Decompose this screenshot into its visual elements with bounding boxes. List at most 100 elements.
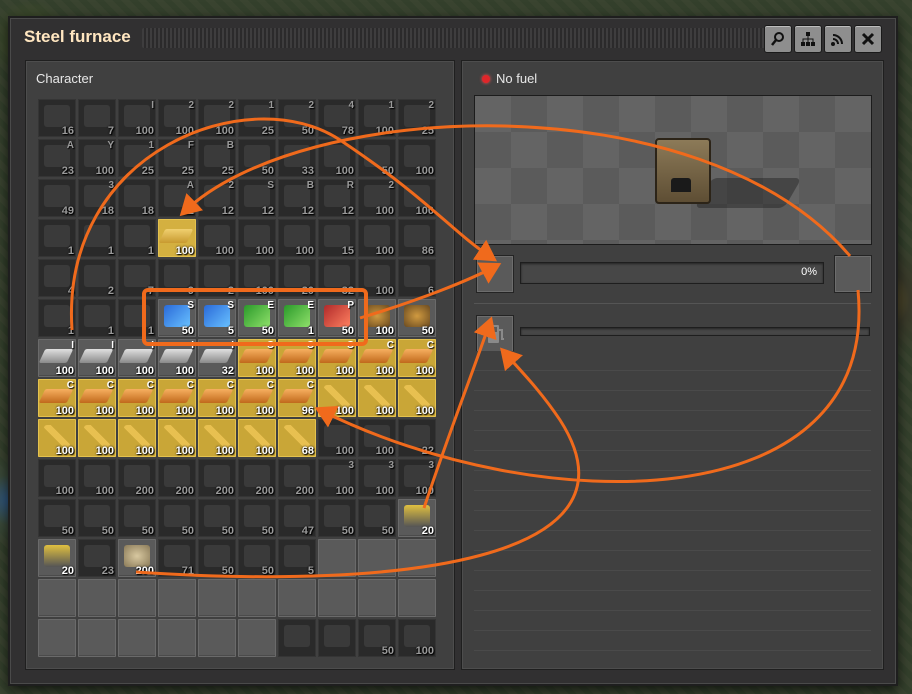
inventory-slot[interactable]: 50	[38, 499, 76, 537]
inventory-slot[interactable]: 71	[158, 539, 196, 577]
inventory-slot[interactable]: 32	[318, 259, 356, 297]
inventory-slot[interactable]: 200	[238, 459, 276, 497]
inventory-slot[interactable]: 1	[38, 299, 76, 337]
inventory-slot[interactable]: 1	[78, 219, 116, 257]
inventory-slot[interactable]: 3 100	[398, 459, 436, 497]
inventory-slot[interactable]: 100	[318, 419, 356, 457]
inventory-slot[interactable]: 2 100	[358, 179, 396, 217]
inventory-slot[interactable]: 100	[78, 459, 116, 497]
inventory-slot[interactable]: 100	[398, 179, 436, 217]
inventory-slot[interactable]: 2 100	[198, 99, 236, 137]
inventory-slot[interactable]: 100	[318, 379, 356, 417]
inventory-slot[interactable]: 2	[198, 259, 236, 297]
inventory-slot[interactable]	[358, 579, 396, 617]
inventory-slot[interactable]: 86	[398, 219, 436, 257]
inventory-slot[interactable]: C 100	[38, 379, 76, 417]
inventory-slot[interactable]: I 100	[78, 339, 116, 377]
inventory-slot[interactable]: 1	[118, 299, 156, 337]
inventory-slot[interactable]: 100	[158, 419, 196, 457]
inventory-slot[interactable]: 3 100	[358, 459, 396, 497]
inventory-slot[interactable]: R 12	[318, 179, 356, 217]
inventory-slot[interactable]: 100	[358, 379, 396, 417]
inventory-slot[interactable]	[398, 579, 436, 617]
inventory-slot[interactable]: 20	[398, 499, 436, 537]
inventory-slot[interactable]: 50	[198, 539, 236, 577]
inventory-slot[interactable]: 100	[118, 419, 156, 457]
inventory-slot[interactable]	[318, 539, 356, 577]
inventory-slot[interactable]: 1 25	[238, 99, 276, 137]
inventory-slot[interactable]: 2 100	[158, 99, 196, 137]
inventory-slot[interactable]: 33	[278, 139, 316, 177]
inventory-slot[interactable]: 100	[78, 419, 116, 457]
inventory-slot[interactable]: 50	[358, 499, 396, 537]
inventory-slot[interactable]: C 100	[398, 339, 436, 377]
drag-handle[interactable]	[142, 28, 768, 48]
inventory-slot[interactable]: 100	[198, 419, 236, 457]
inventory-slot[interactable]	[278, 619, 316, 657]
inventory-slot[interactable]: B 12	[278, 179, 316, 217]
inventory-slot[interactable]: 50	[238, 499, 276, 537]
inventory-slot[interactable]	[78, 619, 116, 657]
inventory-slot[interactable]: 2 25	[398, 99, 436, 137]
inventory-slot[interactable]: 6	[398, 259, 436, 297]
inventory-slot[interactable]: B 25	[198, 139, 236, 177]
inventory-slot[interactable]: A 12	[158, 179, 196, 217]
inventory-slot[interactable]: 50	[238, 139, 276, 177]
inventory-slot[interactable]: 100	[358, 219, 396, 257]
inventory-slot[interactable]: 7	[78, 99, 116, 137]
inventory-slot[interactable]: 1 25	[118, 139, 156, 177]
inventory-slot[interactable]	[318, 579, 356, 617]
inventory-slot[interactable]	[198, 579, 236, 617]
inventory-slot[interactable]: 100	[278, 219, 316, 257]
inventory-slot[interactable]: S 50	[158, 299, 196, 337]
inventory-slot[interactable]: S5	[198, 299, 236, 337]
inventory-slot[interactable]: C 100	[158, 379, 196, 417]
inventory-slot[interactable]	[158, 579, 196, 617]
inventory-slot[interactable]: 50	[358, 619, 396, 657]
inventory-slot[interactable]: 100	[398, 139, 436, 177]
inventory-slot[interactable]: C 100	[278, 339, 316, 377]
inventory-slot[interactable]: 3 18	[78, 179, 116, 217]
inventory-slot[interactable]: I 100	[158, 339, 196, 377]
inventory-slot[interactable]: 100	[358, 299, 396, 337]
inventory-slot[interactable]: 50	[118, 499, 156, 537]
inventory-slot[interactable]: 1 100	[358, 99, 396, 137]
inventory-slot[interactable]: C 100	[358, 339, 396, 377]
title-bar[interactable]: Steel furnace	[10, 18, 896, 58]
inventory-slot[interactable]: Y 100	[78, 139, 116, 177]
inventory-slot[interactable]: 1	[118, 219, 156, 257]
signal-button[interactable]	[824, 25, 852, 53]
inventory-slot[interactable]	[398, 539, 436, 577]
inventory-slot[interactable]: C 100	[238, 339, 276, 377]
inventory-slot[interactable]: 100	[238, 219, 276, 257]
inventory-slot[interactable]: 100	[398, 619, 436, 657]
inventory-slot[interactable]	[118, 619, 156, 657]
inventory-slot[interactable]: 3 100	[318, 459, 356, 497]
inventory-slot[interactable]: 100	[38, 459, 76, 497]
inventory-slot[interactable]	[238, 579, 276, 617]
inventory-slot[interactable]: I 100	[118, 339, 156, 377]
inventory-slot[interactable]	[158, 619, 196, 657]
inventory-slot[interactable]: 200	[198, 459, 236, 497]
inventory-slot[interactable]: 50	[238, 539, 276, 577]
inventory-slot[interactable]: 100	[358, 259, 396, 297]
entity-preview[interactable]	[474, 95, 872, 245]
inventory-slot[interactable]: P 50	[318, 299, 356, 337]
inventory-slot[interactable]: 7	[118, 259, 156, 297]
inventory-slot[interactable]: 100	[358, 419, 396, 457]
inventory-slot[interactable]: 18	[118, 179, 156, 217]
inventory-slot[interactable]: 200	[278, 459, 316, 497]
inventory-slot[interactable]: 50	[198, 499, 236, 537]
inventory-slot[interactable]: 47	[278, 499, 316, 537]
inventory-slot[interactable]	[278, 579, 316, 617]
inventory-slot[interactable]: E1	[278, 299, 316, 337]
network-button[interactable]	[794, 25, 822, 53]
inventory-slot[interactable]	[118, 579, 156, 617]
inventory-slot[interactable]: 68	[278, 419, 316, 457]
inventory-slot[interactable]: 2 50	[278, 99, 316, 137]
inventory-slot[interactable]: 50	[398, 299, 436, 337]
result-slot[interactable]	[834, 255, 872, 293]
inventory-slot[interactable]: I 100	[118, 99, 156, 137]
inventory-slot[interactable]	[78, 579, 116, 617]
close-button[interactable]	[854, 25, 882, 53]
